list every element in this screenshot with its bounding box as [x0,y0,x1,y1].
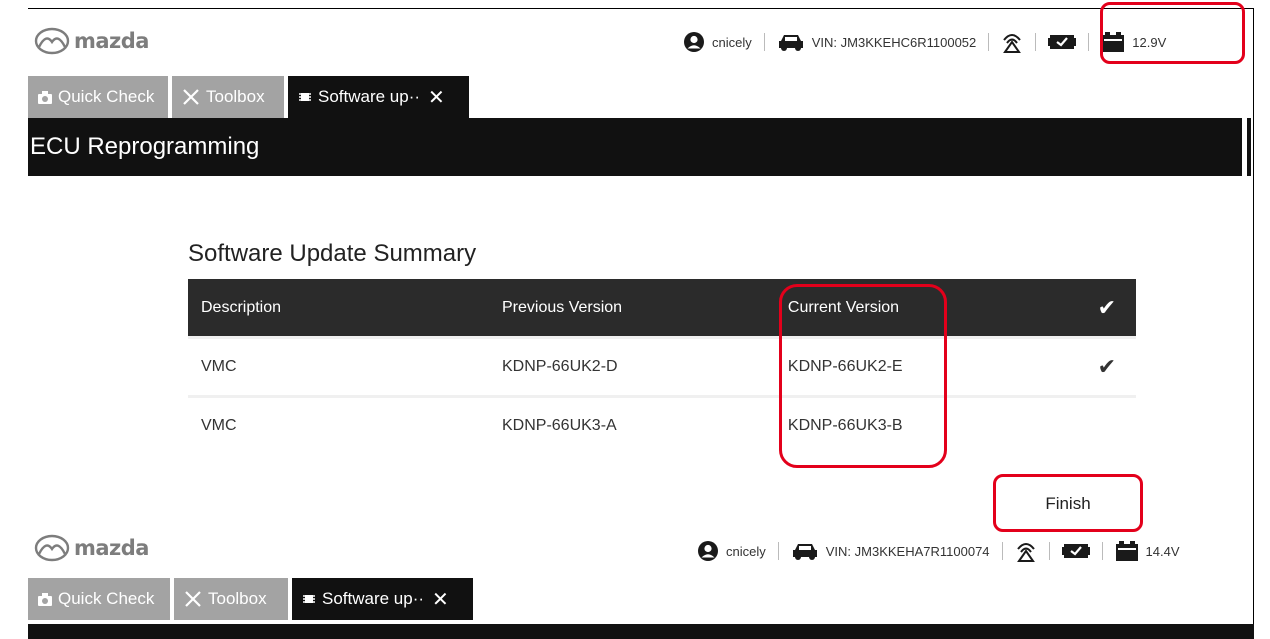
tab-label: Toolbox [206,87,265,106]
tab-bar: Quick Check Toolbox Software up·· ✕ [28,76,473,118]
summary-title: Software Update Summary [188,240,477,267]
tools-icon [182,88,200,106]
frame-right-border [1253,8,1254,639]
tab-software-update[interactable]: Software up·· ✕ [288,76,469,118]
cell-check: ✔ [1077,336,1136,397]
tab-label: Quick Check [58,589,155,608]
title-bar-bottom [28,624,1254,639]
tab-label: Software up·· [318,87,421,106]
tab-label: Quick Check [58,87,155,106]
check-icon: ✔ [1097,354,1117,379]
cell-description: VMC [188,336,489,397]
mazda-logo-bottom: mazda [34,534,149,562]
tab-toolbox[interactable]: Toolbox [172,76,284,118]
current-version-highlight [779,284,947,468]
tab-quick-check[interactable]: Quick Check [28,76,168,118]
cell-previous-version: KDNP-66UK3-A [489,395,775,454]
car-icon [777,32,805,52]
frame-top-border [28,8,1254,9]
vin-label: VIN: JM3KKEHA7R1100074 [825,543,990,559]
vci-device-icon [1048,32,1077,52]
cell-description: VMC [188,395,489,454]
column-header-description: Description [188,279,489,338]
battery-icon [1115,540,1139,562]
brand-wordmark: mazda [74,29,149,53]
mazda-emblem-icon [34,27,70,55]
camera-icon [38,90,52,104]
vci-device-icon [1061,541,1090,561]
check-icon: ✔ [1097,294,1117,320]
finish-highlight [993,474,1143,532]
cell-check [1077,395,1136,454]
connection-icon [1001,30,1023,54]
table-row: VMC KDNP-66UK3-A KDNP-66UK3-B [188,395,1136,454]
tab-label: Toolbox [208,589,267,608]
car-icon [791,541,819,561]
brand-wordmark: mazda [74,536,149,560]
table-header-row: Description Previous Version Current Ver… [188,279,1136,338]
close-icon[interactable]: ✕ [432,587,449,612]
status-bar: cnicely VIN: JM3KKEHC6R1100052 12.9V [683,30,1166,54]
column-header-previous-version: Previous Version [489,279,775,338]
tab-software-update[interactable]: Software up·· ✕ [292,578,473,620]
voltage-value: 14.4V [1145,543,1180,559]
username: cnicely [712,34,752,50]
chip-icon [302,592,316,606]
cell-previous-version: KDNP-66UK2-D [489,336,775,397]
vin-label: VIN: JM3KKEHC6R1100052 [811,34,977,50]
voltage-highlight [1100,2,1245,64]
user-icon [683,31,705,53]
status-bar-bottom: cnicely VIN: JM3KKEHA7R1100074 14.4V [697,539,1180,563]
mazda-emblem-icon [34,534,70,562]
summary-table: Description Previous Version Current Ver… [188,279,1136,454]
tab-bar-bottom: Quick Check Toolbox Software up·· ✕ [28,578,477,620]
column-header-check: ✔ [1077,279,1136,338]
tab-toolbox[interactable]: Toolbox [174,578,288,620]
tab-quick-check[interactable]: Quick Check [28,578,170,620]
tab-label: Software up·· [322,589,425,608]
close-icon[interactable]: ✕ [428,85,445,110]
page-title: ECU Reprogramming [28,118,1242,176]
title-bar-edge [1247,118,1251,176]
chip-icon [298,90,312,104]
tools-icon [184,590,202,608]
connection-icon [1015,539,1037,563]
user-icon [697,540,719,562]
camera-icon [38,592,52,606]
mazda-logo: mazda [34,27,149,55]
table-row: VMC KDNP-66UK2-D KDNP-66UK2-E ✔ [188,336,1136,397]
username: cnicely [726,543,766,559]
